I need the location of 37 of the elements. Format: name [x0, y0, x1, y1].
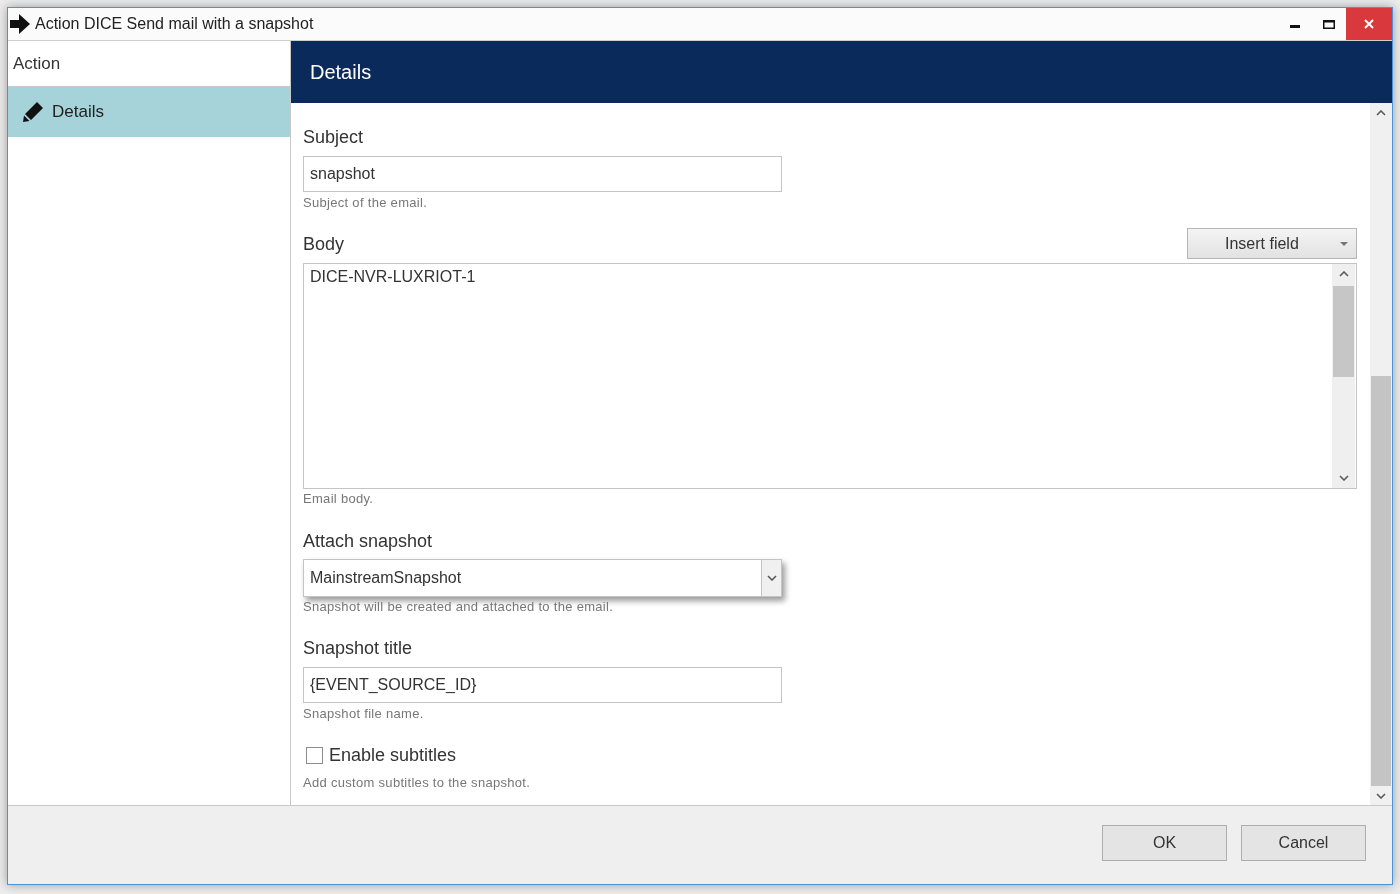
- snapshot-dropdown[interactable]: MainstreamSnapshot: [303, 559, 782, 597]
- scroll-down-icon[interactable]: [1376, 792, 1386, 799]
- close-button[interactable]: [1346, 8, 1392, 40]
- field-hint: Email body.: [303, 491, 375, 507]
- field-hint: Add custom subtitles to the snapshot.: [303, 775, 532, 791]
- scrollbar[interactable]: [1370, 103, 1392, 805]
- insert-field-dropdown[interactable]: Insert field: [1187, 228, 1357, 259]
- scroll-down-icon[interactable]: [1338, 475, 1349, 481]
- checkbox[interactable]: [306, 746, 323, 764]
- arrow-right-icon: [10, 14, 30, 34]
- caret-down-icon: [1340, 241, 1348, 246]
- scrollbar-thumb[interactable]: [1371, 376, 1391, 786]
- pencil-icon: [23, 102, 43, 122]
- sidebar-item[interactable]: Details: [8, 87, 290, 137]
- scrollbar-thumb[interactable]: [1333, 286, 1354, 377]
- scroll-up-icon[interactable]: [1376, 110, 1386, 116]
- field-label: Body: [303, 232, 345, 256]
- scrollbar[interactable]: [1332, 264, 1355, 488]
- window-title: Action DICE Send mail with a snapshot: [35, 14, 314, 34]
- dialog-button[interactable]: OK: [1102, 825, 1227, 861]
- scroll-up-icon[interactable]: [1338, 271, 1349, 277]
- chevron-down-icon[interactable]: [766, 575, 777, 581]
- minimize-icon: [1290, 24, 1300, 28]
- checkbox-label[interactable]: Enable subtitles: [329, 743, 457, 767]
- field-hint: Subject of the email.: [303, 195, 429, 211]
- field-label: Snapshot title: [303, 637, 414, 660]
- field-label: Subject: [303, 126, 365, 149]
- field-hint: Snapshot file name.: [303, 706, 425, 722]
- text-input-field[interactable]: {EVENT_SOURCE_ID}: [303, 667, 782, 703]
- close-icon: [1364, 19, 1374, 29]
- maximize-icon: [1323, 19, 1335, 29]
- body-text-area[interactable]: DICE-NVR-LUXRIOT-1: [303, 263, 1357, 489]
- field-label: Attach snapshot: [303, 530, 434, 553]
- field-hint: Snapshot will be created and attached to the email.: [303, 599, 615, 615]
- dialog-button[interactable]: Cancel: [1241, 825, 1366, 861]
- panel-header: Details: [291, 41, 1392, 103]
- text-input-field[interactable]: snapshot: [303, 156, 782, 192]
